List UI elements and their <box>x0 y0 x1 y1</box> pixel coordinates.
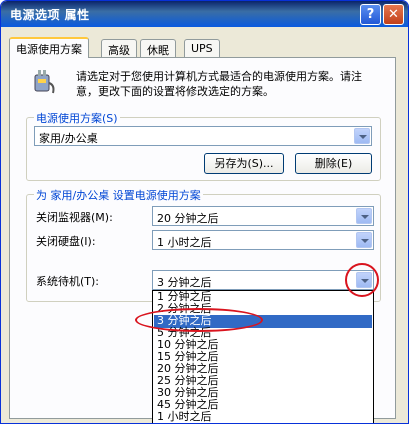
close-button[interactable]: ✕ <box>383 4 404 25</box>
annotation-circle-option <box>135 308 263 332</box>
help-button[interactable]: ? <box>360 4 381 25</box>
standby-select[interactable]: 3 分钟之后 <box>152 270 374 290</box>
window-title: 电源选项 属性 <box>10 8 90 22</box>
monitor-select-value: 20 分钟之后 <box>157 212 219 225</box>
monitor-label: 关闭监视器(M): <box>36 211 113 224</box>
description-text: 请选定对于您使用计算机方式最适合的电源使用方案。请注意，更改下面的设置将修改选定… <box>76 70 362 98</box>
chevron-down-icon[interactable] <box>356 208 372 224</box>
monitor-select[interactable]: 20 分钟之后 <box>152 206 374 226</box>
scheme-select-value: 家用/办公桌 <box>39 132 98 145</box>
scheme-select[interactable]: 家用/办公桌 <box>34 126 372 146</box>
tab-hibernate[interactable]: 休眠 <box>140 39 176 57</box>
delete-button[interactable]: 删除(E) <box>295 153 372 174</box>
chevron-down-icon[interactable] <box>356 232 372 248</box>
harddisk-label: 关闭硬盘(I): <box>36 235 96 248</box>
tab-power-schemes[interactable]: 电源使用方案 <box>9 37 89 58</box>
standby-select-value: 3 分钟之后 <box>157 276 212 289</box>
title-bar[interactable]: 电源选项 属性 ? ✕ <box>1 1 408 27</box>
dropdown-option[interactable]: 1 小时之后 <box>154 410 372 423</box>
power-plug-icon <box>34 70 55 94</box>
harddisk-select[interactable]: 1 小时之后 <box>152 230 374 250</box>
scheme-group-label: 电源使用方案(S) <box>34 110 120 126</box>
standby-label: 系统待机(T): <box>36 275 100 288</box>
settings-group-label: 为 家用/办公桌 设置电源使用方案 <box>34 187 203 203</box>
save-as-button[interactable]: 另存为(S)... <box>204 153 284 174</box>
tab-advanced[interactable]: 高级 <box>101 39 137 57</box>
annotation-circle-arrow <box>345 263 379 297</box>
harddisk-select-value: 1 小时之后 <box>157 236 212 249</box>
chevron-down-icon[interactable] <box>354 128 370 144</box>
tab-ups[interactable]: UPS <box>184 39 220 57</box>
power-options-window: 电源选项 属性 ? ✕ 电源使用方案 高级 休眠 UPS 请选定对于您使用计算机… <box>0 0 409 424</box>
